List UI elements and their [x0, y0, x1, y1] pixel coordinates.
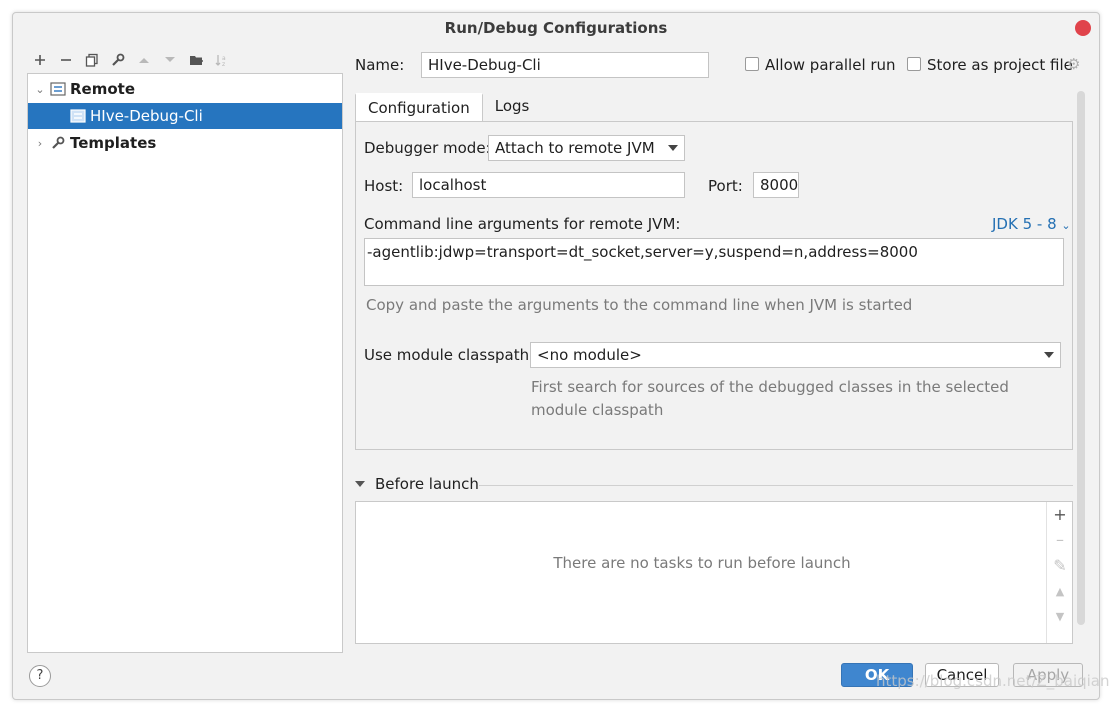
- before-launch-divider: [479, 485, 1073, 486]
- tab-logs[interactable]: Logs: [483, 93, 542, 121]
- tree-item-remote[interactable]: ⌄ Remote: [28, 76, 342, 102]
- before-launch-header[interactable]: Before launch: [355, 475, 479, 493]
- dropdown-arrow-icon: [1044, 352, 1054, 358]
- host-label: Host:: [364, 177, 404, 195]
- sort-icon[interactable]: az: [211, 49, 233, 71]
- remove-icon[interactable]: [55, 49, 77, 71]
- tree-item-label: HIve-Debug-Cli: [90, 107, 203, 125]
- store-project-label[interactable]: Store as project file: [927, 56, 1073, 74]
- config-tree: ⌄ Remote HIve-Debug-Cli › Templates: [27, 73, 343, 653]
- module-hint-line2: module classpath: [531, 401, 664, 419]
- debugger-mode-select[interactable]: Attach to remote JVM: [488, 135, 685, 161]
- before-launch-toolbar: + – ✎ ▲ ▼: [1046, 502, 1072, 643]
- remove-icon[interactable]: –: [1047, 529, 1073, 551]
- chevron-down-icon[interactable]: ⌄: [32, 83, 48, 96]
- jdk-version-link[interactable]: JDK 5 - 8 ⌄: [992, 215, 1071, 233]
- vertical-scrollbar[interactable]: [1077, 91, 1085, 625]
- chevron-down-icon: ⌄: [1061, 219, 1071, 232]
- remote-debug-icon: [50, 82, 66, 96]
- tree-item-label: Remote: [70, 80, 136, 98]
- dropdown-arrow-icon: [668, 145, 678, 151]
- collapse-triangle-icon[interactable]: [355, 481, 365, 487]
- tree-item-label: Templates: [70, 134, 157, 152]
- debugger-mode-value: Attach to remote JVM: [495, 139, 655, 157]
- tree-toolbar: az: [29, 49, 233, 71]
- module-classpath-select[interactable]: <no module>: [530, 342, 1061, 368]
- move-up-icon[interactable]: ▲: [1047, 581, 1073, 603]
- help-button[interactable]: ?: [29, 665, 51, 687]
- port-input[interactable]: 8000: [753, 172, 799, 198]
- configuration-panel: Debugger mode: Attach to remote JVM Host…: [355, 121, 1073, 450]
- name-input[interactable]: HIve-Debug-Cli: [421, 52, 709, 78]
- host-input[interactable]: localhost: [412, 172, 685, 198]
- port-label: Port:: [708, 177, 743, 195]
- move-up-icon[interactable]: [133, 49, 155, 71]
- jdk-version-text: JDK 5 - 8: [992, 215, 1057, 233]
- allow-parallel-checkbox[interactable]: [745, 57, 759, 71]
- cmd-args-textarea[interactable]: -agentlib:jdwp=transport=dt_socket,serve…: [364, 238, 1064, 286]
- svg-text:z: z: [222, 61, 225, 67]
- store-project-checkbox[interactable]: [907, 57, 921, 71]
- module-classpath-value: <no module>: [537, 346, 642, 364]
- before-launch-empty-text: There are no tasks to run before launch: [553, 554, 851, 572]
- move-down-icon[interactable]: ▼: [1047, 606, 1073, 628]
- add-icon[interactable]: +: [1047, 504, 1073, 526]
- wrench-icon: [50, 136, 66, 150]
- module-classpath-label: Use module classpath:: [364, 346, 535, 364]
- allow-parallel-label[interactable]: Allow parallel run: [765, 56, 896, 74]
- name-label: Name:: [355, 56, 405, 74]
- gear-icon[interactable]: ⚙: [1067, 55, 1080, 73]
- tab-bar: Configuration Logs: [355, 93, 541, 121]
- dialog-window: Run/Debug Configurations az ⌄ Remote HIv…: [12, 12, 1100, 700]
- tree-item-hive-debug-cli[interactable]: HIve-Debug-Cli: [28, 103, 342, 129]
- tree-item-templates[interactable]: › Templates: [28, 130, 342, 156]
- remote-debug-icon: [70, 109, 86, 123]
- wrench-icon[interactable]: [107, 49, 129, 71]
- move-down-icon[interactable]: [159, 49, 181, 71]
- cmd-args-label: Command line arguments for remote JVM:: [364, 215, 681, 233]
- add-icon[interactable]: [29, 49, 51, 71]
- close-button[interactable]: [1075, 20, 1091, 36]
- cmd-args-hint: Copy and paste the arguments to the comm…: [366, 296, 913, 314]
- edit-pencil-icon[interactable]: ✎: [1047, 555, 1073, 577]
- module-hint-line1: First search for sources of the debugged…: [531, 378, 1009, 396]
- watermark-text: https://blog.csdn.net/Z_baiqian: [876, 672, 1110, 690]
- before-launch-title: Before launch: [375, 475, 479, 493]
- tab-configuration[interactable]: Configuration: [355, 93, 483, 121]
- window-title: Run/Debug Configurations: [444, 19, 668, 37]
- debugger-mode-label: Debugger mode:: [364, 139, 491, 157]
- before-launch-panel: There are no tasks to run before launch …: [355, 501, 1073, 644]
- folder-icon[interactable]: [185, 49, 207, 71]
- copy-icon[interactable]: [81, 49, 103, 71]
- chevron-right-icon[interactable]: ›: [32, 137, 48, 150]
